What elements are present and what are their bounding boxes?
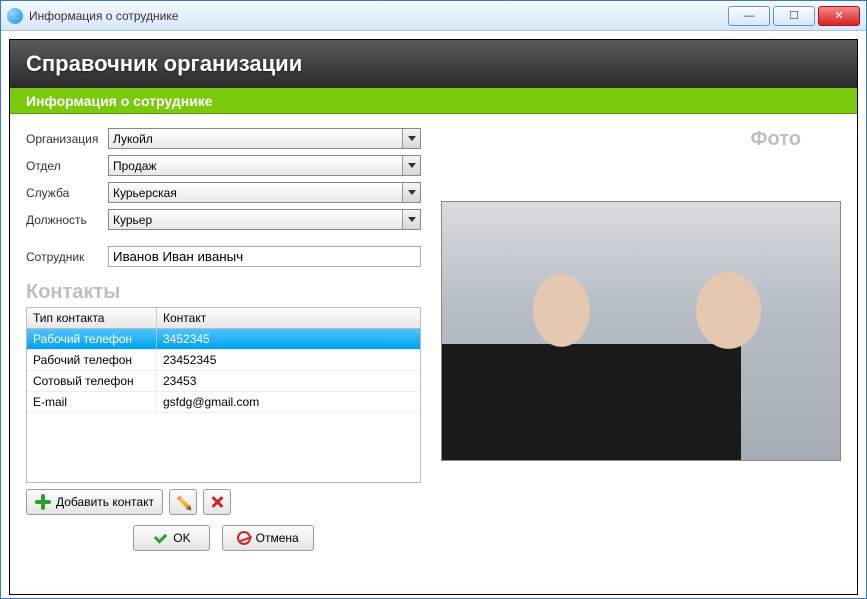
minimize-button[interactable]: — xyxy=(728,6,770,26)
plus-icon xyxy=(35,494,51,510)
employee-label: Сотрудник xyxy=(26,250,108,264)
check-icon xyxy=(152,530,168,546)
dept-label: Отдел xyxy=(26,159,108,173)
dialog-body: Справочник организации Информация о сотр… xyxy=(9,39,858,595)
page-title: Справочник организации xyxy=(10,40,857,88)
chevron-down-icon[interactable] xyxy=(402,210,420,229)
cell-value: 23453 xyxy=(157,371,420,391)
col-type[interactable]: Тип контакта xyxy=(27,308,157,328)
add-contact-button[interactable]: Добавить контакт xyxy=(26,489,163,515)
org-label: Организация xyxy=(26,132,108,146)
service-value: Курьерская xyxy=(113,186,177,200)
employee-photo[interactable] xyxy=(441,201,841,461)
table-row[interactable]: Рабочий телефон23452345 xyxy=(27,350,420,371)
cell-value: 3452345 xyxy=(157,329,420,349)
employee-input[interactable] xyxy=(108,246,421,267)
service-label: Служба xyxy=(26,186,108,200)
org-dropdown[interactable]: Лукойл xyxy=(108,128,421,149)
position-label: Должность xyxy=(26,213,108,227)
titlebar[interactable]: Информация о сотруднике — ☐ ✕ xyxy=(1,1,866,31)
page-subtitle: Информация о сотруднике xyxy=(10,88,857,114)
cancel-button[interactable]: Отмена xyxy=(222,525,314,551)
delete-icon xyxy=(209,494,225,510)
app-icon xyxy=(7,8,23,24)
cell-type: Сотовый телефон xyxy=(27,371,157,391)
ok-button[interactable]: OK xyxy=(133,525,209,551)
window-frame: Информация о сотруднике — ☐ ✕ Справочник… xyxy=(0,0,867,599)
position-value: Курьер xyxy=(113,213,152,227)
cell-type: Рабочий телефон xyxy=(27,329,157,349)
close-button[interactable]: ✕ xyxy=(818,6,860,26)
col-value[interactable]: Контакт xyxy=(157,308,420,328)
dept-value: Продаж xyxy=(113,159,156,173)
cell-type: E-mail xyxy=(27,392,157,412)
window-controls: — ☐ ✕ xyxy=(728,6,860,26)
dept-dropdown[interactable]: Продаж xyxy=(108,155,421,176)
cell-value: gsfdg@gmail.com xyxy=(157,392,420,412)
photo-title: Фото xyxy=(750,128,801,151)
org-value: Лукойл xyxy=(113,132,153,146)
chevron-down-icon[interactable] xyxy=(402,156,420,175)
table-row[interactable]: E-mailgsfdg@gmail.com xyxy=(27,392,420,413)
window-title: Информация о сотруднике xyxy=(29,9,728,23)
pencil-icon xyxy=(177,496,190,509)
add-contact-label: Добавить контакт xyxy=(56,495,154,509)
chevron-down-icon[interactable] xyxy=(402,129,420,148)
table-row[interactable]: Сотовый телефон23453 xyxy=(27,371,420,392)
maximize-button[interactable]: ☐ xyxy=(773,6,815,26)
contacts-grid[interactable]: Тип контакта Контакт Рабочий телефон3452… xyxy=(26,307,421,483)
position-dropdown[interactable]: Курьер xyxy=(108,209,421,230)
cancel-icon xyxy=(237,531,251,545)
contacts-title: Контакты xyxy=(26,281,421,304)
service-dropdown[interactable]: Курьерская xyxy=(108,182,421,203)
grid-header: Тип контакта Контакт xyxy=(27,308,420,329)
cancel-label: Отмена xyxy=(256,531,299,545)
edit-contact-button[interactable] xyxy=(169,489,197,515)
table-row[interactable]: Рабочий телефон3452345 xyxy=(27,329,420,350)
delete-contact-button[interactable] xyxy=(203,489,231,515)
cell-value: 23452345 xyxy=(157,350,420,370)
chevron-down-icon[interactable] xyxy=(402,183,420,202)
cell-type: Рабочий телефон xyxy=(27,350,157,370)
ok-label: OK xyxy=(173,531,190,545)
